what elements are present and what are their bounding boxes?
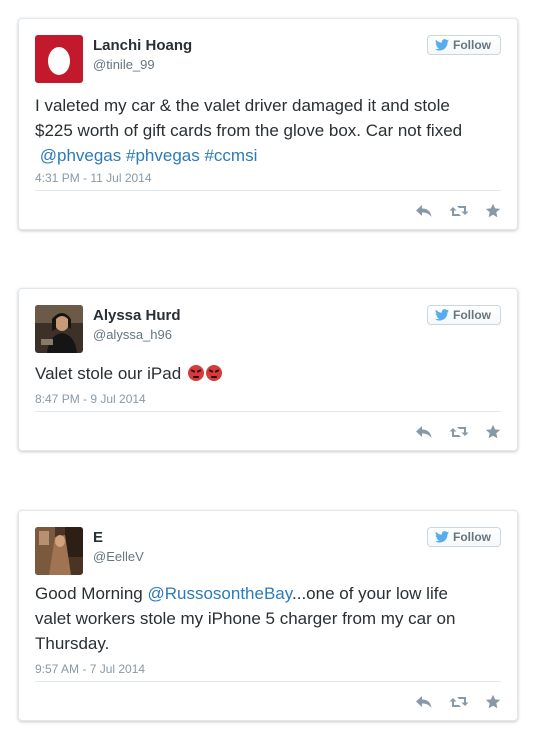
user-handle[interactable]: @EelleV — [93, 549, 144, 564]
twitter-bird-icon — [435, 531, 449, 543]
favorite-icon[interactable] — [485, 424, 501, 440]
retweet-icon[interactable] — [449, 695, 469, 709]
user-name[interactable]: Lanchi Hoang — [93, 37, 192, 54]
follow-button[interactable]: Follow — [427, 305, 501, 325]
user-handle[interactable]: @tinile_99 — [93, 57, 155, 72]
hashtag-link[interactable]: #phvegas — [126, 146, 200, 165]
tweet-timestamp[interactable]: 4:31 PM - 11 Jul 2014 — [35, 171, 152, 185]
tweet-timestamp[interactable]: 9:57 AM - 7 Jul 2014 — [35, 662, 145, 676]
tweet-card: E @EelleV Follow Good Morning @Russosont… — [18, 510, 518, 721]
angry-face-icon — [205, 365, 222, 381]
favorite-icon[interactable] — [485, 203, 501, 219]
favorite-icon[interactable] — [485, 694, 501, 710]
twitter-bird-icon — [435, 39, 449, 51]
tweet-text-segment: ...one of your low life — [292, 584, 448, 603]
divider — [35, 681, 501, 682]
avatar[interactable] — [35, 305, 83, 353]
tweet-text-line: valet workers stole my iPhone 5 charger … — [35, 609, 456, 628]
tweet-actions — [415, 424, 501, 440]
tweet-text-line: $225 worth of gift cards from the glove … — [35, 121, 463, 140]
tweet-text-line: Thursday. — [35, 634, 110, 653]
angry-face-icon — [187, 365, 204, 381]
tweet-text: I valeted my car & the valet driver dama… — [35, 93, 501, 168]
tweet-text: Good Morning @RussosontheBay...one of yo… — [35, 581, 501, 656]
tweet-links: @phvegas #phvegas #ccmsi — [35, 143, 501, 168]
tweet-actions — [415, 203, 501, 219]
user-name[interactable]: Alyssa Hurd — [93, 307, 181, 324]
reply-icon[interactable] — [415, 204, 433, 218]
reply-icon[interactable] — [415, 425, 433, 439]
mention-link[interactable]: @RussosontheBay — [147, 584, 292, 603]
tweet-card: Lanchi Hoang @tinile_99 Follow I valeted… — [18, 18, 518, 230]
user-handle[interactable]: @alyssa_h96 — [93, 327, 172, 342]
avatar[interactable] — [35, 527, 83, 575]
tweet-text-line: Good Morning @RussosontheBay...one of yo… — [35, 581, 501, 606]
divider — [35, 411, 501, 412]
tweet-timestamp[interactable]: 8:47 PM - 9 Jul 2014 — [35, 392, 146, 406]
tweet-text-segment: Good Morning — [35, 584, 143, 603]
follow-label: Follow — [453, 38, 491, 52]
follow-label: Follow — [453, 530, 491, 544]
tweet-text-line: Valet stole our iPad — [35, 364, 182, 383]
retweet-icon[interactable] — [449, 425, 469, 439]
twitter-bird-icon — [435, 309, 449, 321]
divider — [35, 190, 501, 191]
retweet-icon[interactable] — [449, 204, 469, 218]
mention-link[interactable]: @phvegas — [40, 146, 122, 165]
tweet-text-line: I valeted my car & the valet driver dama… — [35, 96, 450, 115]
tweet-text: Valet stole our iPad — [35, 361, 501, 386]
reply-icon[interactable] — [415, 695, 433, 709]
tweet-card: Alyssa Hurd @alyssa_h96 Follow Valet sto… — [18, 288, 518, 451]
avatar[interactable] — [35, 35, 83, 83]
follow-label: Follow — [453, 308, 491, 322]
follow-button[interactable]: Follow — [427, 35, 501, 55]
user-name[interactable]: E — [93, 529, 103, 546]
hashtag-link[interactable]: #ccmsi — [204, 146, 257, 165]
tweet-actions — [415, 694, 501, 710]
follow-button[interactable]: Follow — [427, 527, 501, 547]
